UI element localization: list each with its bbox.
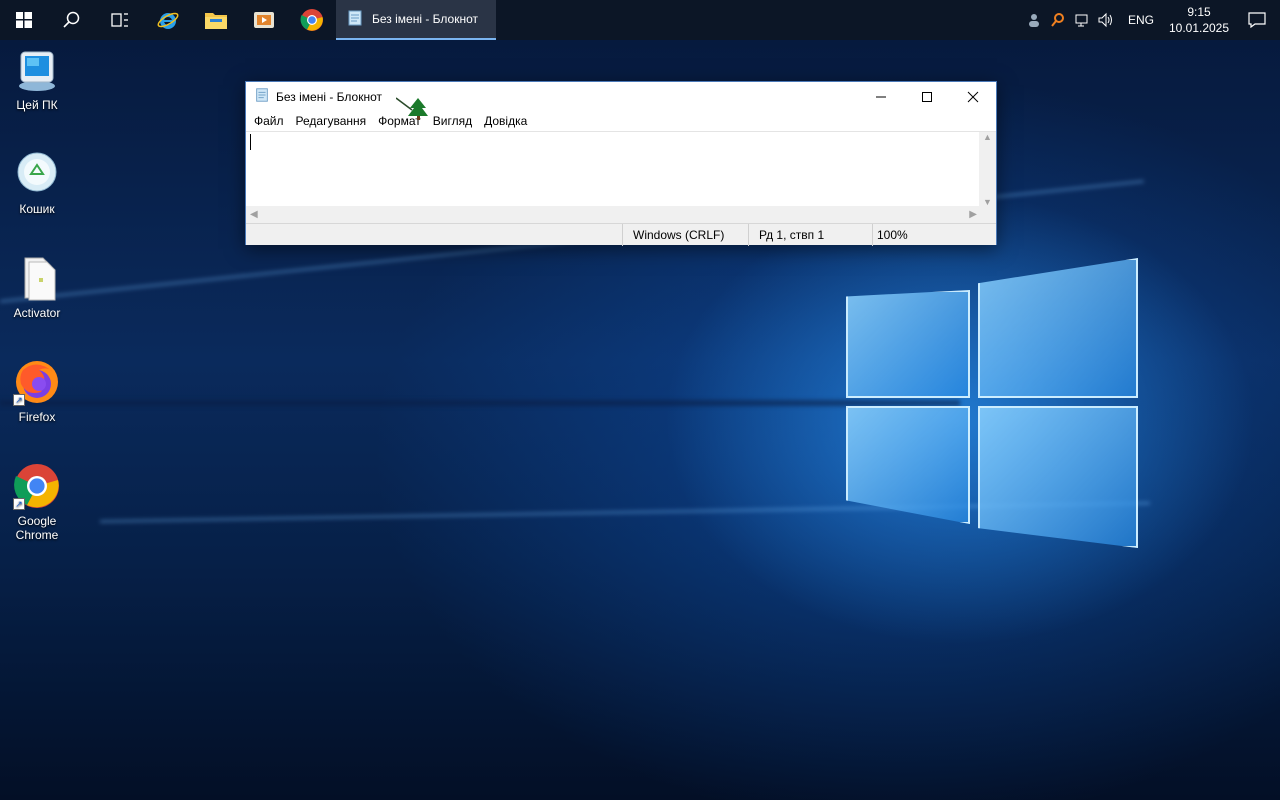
desktop-icon-activator[interactable]: Activator (0, 254, 74, 320)
shortcut-arrow-icon: ↗ (13, 394, 25, 406)
system-tray: ENG 9:15 10.01.2025 (1022, 0, 1280, 40)
volume-icon[interactable] (1094, 0, 1118, 40)
vertical-scrollbar[interactable]: ▲ ▼ (979, 132, 996, 207)
desktop-icon-label: Google Chrome (15, 514, 59, 542)
desktop-icon-google-chrome[interactable]: ↗ Google Chrome (0, 462, 74, 542)
desktop-icon-label: Activator (13, 306, 61, 320)
desktop-icon-label: Кошик (19, 202, 55, 216)
scroll-right-arrow-icon[interactable]: ▶ (969, 209, 977, 220)
text-editor-area[interactable]: ▲ ▼ ◀ ▶ (246, 131, 996, 223)
network-icon[interactable] (1070, 0, 1094, 40)
desktop-icon-recycle-bin[interactable]: Кошик (0, 150, 74, 216)
close-button[interactable] (950, 82, 996, 111)
status-cursor-position: Рд 1, ствп 1 (748, 224, 872, 246)
firefox-icon: ↗ (13, 358, 61, 406)
scrollbar-corner (979, 206, 996, 223)
clock-date: 10.01.2025 (1168, 21, 1230, 35)
file-explorer-icon (205, 13, 227, 29)
status-bar: Windows (CRLF) Рд 1, ствп 1 100% (246, 223, 996, 246)
scroll-left-arrow-icon[interactable]: ◀ (250, 209, 258, 220)
internet-explorer-icon (157, 12, 179, 29)
folder-icon (13, 254, 61, 302)
task-view-button[interactable] (96, 0, 144, 40)
start-button[interactable] (0, 0, 48, 40)
minimize-button[interactable] (858, 82, 904, 111)
chrome-icon (300, 9, 323, 31)
chrome-icon: ↗ (13, 462, 61, 510)
recycle-bin-icon (13, 150, 61, 198)
window-title: Без імені - Блокнот (276, 89, 383, 104)
desktop-icon-label: Firefox (18, 410, 56, 424)
desktop-icon-this-pc[interactable]: Цей ПК (0, 46, 74, 112)
close-icon (967, 91, 979, 102)
menu-help[interactable]: Довідка (478, 114, 533, 128)
action-center-button[interactable] (1234, 0, 1280, 40)
menu-file[interactable]: Файл (248, 114, 290, 128)
search-icon (63, 11, 80, 28)
magnifier-tray-icon[interactable] (1046, 0, 1070, 40)
language-indicator[interactable]: ENG (1118, 13, 1164, 27)
media-player-icon (254, 12, 274, 28)
taskbar-explorer-button[interactable] (192, 0, 240, 40)
taskbar-notepad-label: Без імені - Блокнот (372, 12, 479, 26)
menu-edit[interactable]: Редагування (290, 114, 373, 128)
computer-icon (13, 46, 61, 94)
scroll-up-arrow-icon[interactable]: ▲ (983, 132, 992, 142)
horizontal-scrollbar[interactable]: ◀ ▶ (246, 206, 981, 223)
clock-time: 9:15 (1187, 5, 1211, 19)
taskbar: Без імені - Блокнот ENG 9:15 10.01.2025 (0, 0, 1280, 40)
maximize-icon (922, 91, 932, 102)
notepad-window: Без імені - Блокнот Файл Редагування Фор… (245, 81, 997, 246)
christmas-tree-icon (396, 97, 428, 120)
shortcut-arrow-icon: ↗ (13, 498, 25, 510)
maximize-button[interactable] (904, 82, 950, 111)
taskbar-chrome-button[interactable] (288, 0, 336, 40)
search-button[interactable] (48, 0, 96, 40)
status-zoom: 100% (872, 224, 996, 246)
taskbar-ie-button[interactable] (144, 0, 192, 40)
notepad-icon (254, 87, 270, 106)
taskbar-media-button[interactable] (240, 0, 288, 40)
taskbar-notepad-task[interactable]: Без імені - Блокнот (336, 0, 496, 40)
desktop-icon-firefox[interactable]: ↗ Firefox (0, 358, 74, 424)
status-line-ending: Windows (CRLF) (622, 224, 748, 246)
notepad-icon (346, 9, 364, 30)
desktop-icon-label: Цей ПК (16, 98, 58, 112)
notepad-titlebar[interactable]: Без імені - Блокнот (246, 82, 996, 120)
task-view-icon (111, 13, 128, 27)
windows-logo-icon (16, 12, 32, 28)
user-icon[interactable] (1022, 0, 1046, 40)
menu-view[interactable]: Вигляд (427, 114, 478, 128)
clock[interactable]: 9:15 10.01.2025 (1164, 4, 1234, 36)
minimize-icon (876, 96, 886, 97)
notification-icon (1248, 12, 1266, 28)
text-caret (250, 134, 251, 150)
menu-bar: Файл Редагування Формат Вигляд Довідка (246, 111, 996, 131)
